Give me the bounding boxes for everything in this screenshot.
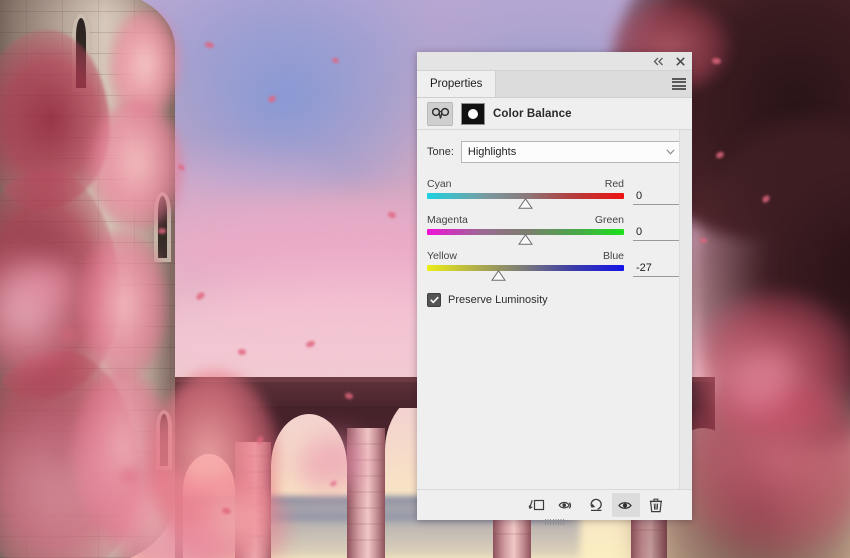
preserve-luminosity-checkbox[interactable] (427, 293, 441, 307)
adjustment-header: Color Balance (417, 98, 692, 130)
panel-titlebar[interactable] (417, 52, 692, 71)
color-balance-scales-icon[interactable] (427, 101, 453, 126)
slider-thumb[interactable] (518, 198, 533, 209)
toggle-visibility-icon[interactable] (612, 493, 640, 517)
screenshot-stage: Properties Color Balance Tone: Highlight… (0, 0, 850, 558)
layer-mask-thumbnail[interactable] (461, 102, 485, 125)
slider-track[interactable] (427, 229, 624, 245)
slider-yellow-blue: Yellow Blue -27 (427, 250, 682, 281)
slider-magenta-green: Magenta Green 0 (427, 214, 682, 245)
tone-row: Tone: Highlights (427, 141, 682, 163)
adjustment-title: Color Balance (493, 107, 572, 120)
slider-label-left: Yellow (427, 250, 457, 262)
close-icon[interactable] (674, 55, 687, 68)
tab-properties-label: Properties (430, 78, 483, 90)
panel-body: Tone: Highlights Cyan Red 0 Magenta Gree… (417, 130, 692, 489)
chevron-down-icon (666, 147, 675, 157)
delete-icon[interactable] (642, 493, 670, 517)
slider-thumb[interactable] (518, 234, 533, 245)
preserve-luminosity-label: Preserve Luminosity (448, 294, 548, 306)
tab-properties[interactable]: Properties (417, 71, 497, 97)
slider-thumb[interactable] (491, 270, 507, 281)
collapse-to-icons-icon[interactable] (652, 55, 665, 68)
tone-select-value: Highlights (467, 146, 517, 158)
slider-label-left: Magenta (427, 214, 468, 226)
view-previous-state-icon[interactable] (552, 493, 580, 517)
clip-to-layer-icon[interactable] (522, 493, 550, 517)
slider-track[interactable] (427, 265, 624, 281)
slider-track[interactable] (427, 193, 624, 209)
panel-resize-grip[interactable] (545, 519, 565, 525)
panel-tab-strip: Properties (417, 71, 692, 98)
slider-value-cyan-red[interactable]: 0 (633, 189, 682, 205)
blossom-cluster (78, 230, 168, 380)
slider-label-right: Green (594, 214, 624, 226)
preserve-luminosity-row[interactable]: Preserve Luminosity (427, 293, 682, 307)
hamburger-menu-icon[interactable] (672, 78, 686, 90)
slider-value-magenta-green[interactable]: 0 (633, 225, 682, 241)
slider-label-right: Blue (602, 250, 624, 262)
slider-value-yellow-blue[interactable]: -27 (633, 261, 682, 277)
tone-select[interactable]: Highlights (460, 141, 682, 163)
tone-label: Tone: (427, 146, 454, 158)
slider-cyan-red: Cyan Red 0 (427, 178, 682, 209)
panel-footer (417, 489, 692, 520)
slider-label-left: Cyan (427, 178, 452, 190)
panel-scrollbar[interactable] (679, 130, 692, 489)
slider-label-right: Red (604, 178, 624, 190)
reset-icon[interactable] (582, 493, 610, 517)
properties-panel: Properties Color Balance Tone: Highlight… (417, 52, 692, 520)
